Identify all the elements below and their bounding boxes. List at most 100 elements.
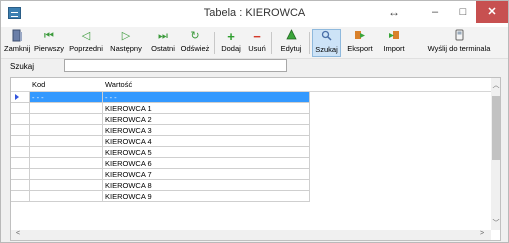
row-indicator: [11, 158, 30, 169]
delete-label: Usuń: [248, 44, 266, 53]
horizontal-scrollbar[interactable]: < >: [11, 230, 491, 240]
table-row[interactable]: KIEROWCA 6: [11, 158, 310, 169]
cell-kod[interactable]: [30, 147, 103, 158]
terminal-icon: [412, 29, 506, 44]
refresh-label: Odśwież: [180, 44, 210, 53]
last-label: Ostatni: [151, 44, 175, 53]
row-indicator: [11, 147, 30, 158]
cell-kod[interactable]: [30, 103, 103, 114]
app-window: Tabela : KIEROWCA ↔ – □ ✕ Zamknij ⏮ Pier…: [0, 0, 509, 243]
maximize-button[interactable]: □: [449, 1, 477, 23]
scroll-up-icon[interactable]: ︿: [491, 80, 500, 90]
row-indicator: [11, 169, 30, 180]
search-input[interactable]: [64, 59, 287, 72]
column-header-kod[interactable]: Kod: [32, 80, 45, 89]
import-button[interactable]: Import: [378, 29, 410, 57]
cell-wartosc[interactable]: KIEROWCA 7: [103, 169, 310, 180]
plus-icon: +: [227, 29, 235, 44]
search-button[interactable]: Szukaj: [312, 29, 341, 57]
first-record-icon: ⏮: [44, 30, 54, 42]
scroll-left-icon[interactable]: <: [13, 230, 23, 237]
cell-wartosc[interactable]: KIEROWCA 2: [103, 114, 310, 125]
refresh-icon: ↻: [190, 30, 200, 42]
resize-icon[interactable]: ↔: [380, 1, 408, 23]
table-row[interactable]: KIEROWCA 5: [11, 147, 310, 158]
row-indicator: [11, 103, 30, 114]
data-grid[interactable]: Kod Wartość - - - - - - KIEROWCA 1 KIERO…: [10, 77, 501, 241]
export-icon: [344, 29, 376, 44]
next-label: Następny: [110, 44, 142, 53]
close-window-button[interactable]: ✕: [476, 1, 508, 23]
edit-button[interactable]: Edytuj: [277, 29, 305, 57]
export-button[interactable]: Eksport: [344, 29, 376, 57]
first-label: Pierwszy: [33, 44, 64, 53]
table-row[interactable]: KIEROWCA 8: [11, 180, 310, 191]
toolbar: Zamknij ⏮ Pierwszy ◁ Poprzedni ▷ Następn…: [1, 27, 508, 59]
add-label: Dodaj: [221, 44, 241, 53]
toolbar-separator: [309, 32, 310, 54]
table-row[interactable]: KIEROWCA 3: [11, 125, 310, 136]
row-indicator: [11, 125, 30, 136]
refresh-button[interactable]: ↻ Odśwież: [180, 29, 210, 57]
send-to-terminal-button[interactable]: Wyślij do terminala: [412, 29, 506, 57]
table-row[interactable]: KIEROWCA 9: [11, 191, 310, 202]
add-button[interactable]: + Dodaj: [218, 29, 244, 57]
cell-wartosc[interactable]: KIEROWCA 1: [103, 103, 310, 114]
minus-icon: −: [253, 29, 261, 44]
close-label: Zamknij: [4, 44, 31, 53]
cell-kod[interactable]: [30, 169, 103, 180]
door-icon: [4, 29, 30, 44]
cell-kod[interactable]: [30, 136, 103, 147]
row-indicator: [11, 92, 30, 103]
row-indicator: [11, 180, 30, 191]
column-header-wartosc[interactable]: Wartość: [105, 80, 132, 89]
toolbar-separator: [214, 32, 215, 54]
vertical-scroll-thumb[interactable]: [492, 96, 500, 160]
table-row[interactable]: KIEROWCA 4: [11, 136, 310, 147]
export-label: Eksport: [347, 44, 373, 53]
scroll-right-icon[interactable]: >: [477, 230, 487, 237]
next-button[interactable]: ▷ Następny: [107, 29, 145, 57]
cell-kod[interactable]: [30, 158, 103, 169]
grid-header: Kod Wartość: [11, 78, 491, 92]
cell-wartosc[interactable]: KIEROWCA 3: [103, 125, 310, 136]
prev-button[interactable]: ◁ Poprzedni: [68, 29, 104, 57]
vertical-scrollbar[interactable]: ︿ ﹀: [491, 78, 500, 230]
current-row-arrow-icon: [15, 94, 19, 100]
scroll-down-icon[interactable]: ﹀: [491, 218, 500, 228]
cell-wartosc[interactable]: KIEROWCA 8: [103, 180, 310, 191]
cell-kod[interactable]: [30, 191, 103, 202]
send-to-terminal-label: Wyślij do terminala: [427, 44, 491, 53]
delete-button[interactable]: − Usuń: [246, 29, 268, 57]
table-row[interactable]: - - - - - -: [11, 92, 310, 103]
cell-wartosc[interactable]: - - -: [103, 92, 310, 103]
cell-wartosc[interactable]: KIEROWCA 4: [103, 136, 310, 147]
next-record-icon: ▷: [121, 30, 131, 42]
row-indicator: [11, 191, 30, 202]
last-button[interactable]: ⏭ Ostatni: [148, 29, 178, 57]
cell-kod[interactable]: - - -: [30, 92, 103, 103]
cell-wartosc[interactable]: KIEROWCA 6: [103, 158, 310, 169]
import-icon: [378, 29, 410, 44]
minimize-button[interactable]: –: [421, 1, 449, 23]
prev-label: Poprzedni: [69, 44, 103, 53]
cell-wartosc[interactable]: KIEROWCA 9: [103, 191, 310, 202]
table-row[interactable]: KIEROWCA 7: [11, 169, 310, 180]
cell-kod[interactable]: [30, 125, 103, 136]
close-button[interactable]: Zamknij: [4, 29, 30, 57]
prev-record-icon: ◁: [81, 30, 91, 42]
row-indicator: [11, 114, 30, 125]
edit-icon: [277, 29, 305, 44]
title-bar[interactable]: Tabela : KIEROWCA ↔ – □ ✕: [1, 1, 508, 27]
cell-kod[interactable]: [30, 180, 103, 191]
cell-wartosc[interactable]: KIEROWCA 5: [103, 147, 310, 158]
table-row[interactable]: KIEROWCA 1: [11, 103, 310, 114]
cell-kod[interactable]: [30, 114, 103, 125]
table-row[interactable]: KIEROWCA 2: [11, 114, 310, 125]
search-field-label: Szukaj: [10, 62, 35, 71]
first-button[interactable]: ⏮ Pierwszy: [33, 29, 65, 57]
toolbar-separator: [271, 32, 272, 54]
edit-label: Edytuj: [280, 44, 302, 53]
row-indicator: [11, 136, 30, 147]
import-label: Import: [383, 44, 405, 53]
